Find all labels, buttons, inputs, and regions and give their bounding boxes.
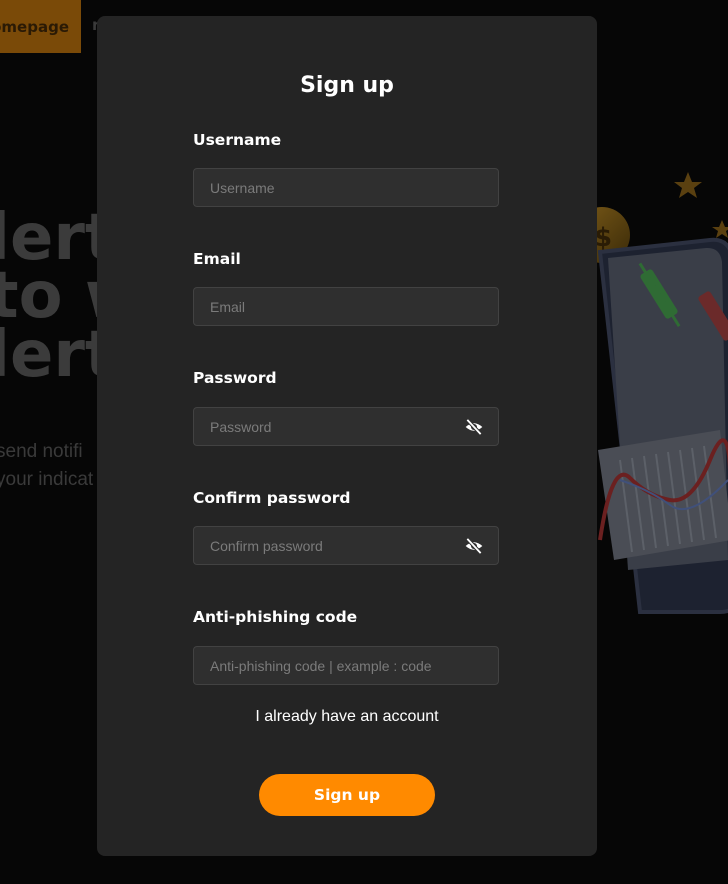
homepage-nav-label: omepage [0, 17, 69, 36]
username-field-wrapper [193, 168, 499, 207]
hero-subtext-line-2: your indicat [0, 469, 94, 490]
confirm-password-field-wrapper [193, 526, 499, 565]
anti-phishing-input[interactable] [194, 647, 498, 684]
sign-up-button[interactable]: Sign up [259, 774, 435, 816]
eye-slash-icon[interactable] [464, 417, 484, 437]
homepage-nav-button[interactable]: omepage [0, 0, 81, 53]
confirm-password-input[interactable] [194, 527, 498, 564]
email-input[interactable] [194, 288, 498, 325]
signup-modal: Sign up Username Email Password Confirm … [97, 16, 597, 856]
password-input[interactable] [194, 408, 498, 445]
email-label: Email [193, 250, 241, 268]
username-label: Username [193, 131, 282, 149]
modal-title: Sign up [300, 73, 394, 98]
anti-phishing-label: Anti-phishing code [193, 608, 358, 626]
star-icon [712, 220, 728, 238]
username-input[interactable] [194, 169, 498, 206]
password-field-wrapper [193, 407, 499, 446]
star-icon [674, 172, 702, 198]
login-link[interactable]: I already have an account [97, 708, 597, 726]
eye-slash-icon[interactable] [464, 536, 484, 556]
email-field-wrapper [193, 287, 499, 326]
password-label: Password [193, 369, 277, 387]
confirm-password-label: Confirm password [193, 489, 351, 507]
hero-subtext-line-1: send notifi [0, 441, 83, 462]
anti-phishing-field-wrapper [193, 646, 499, 685]
